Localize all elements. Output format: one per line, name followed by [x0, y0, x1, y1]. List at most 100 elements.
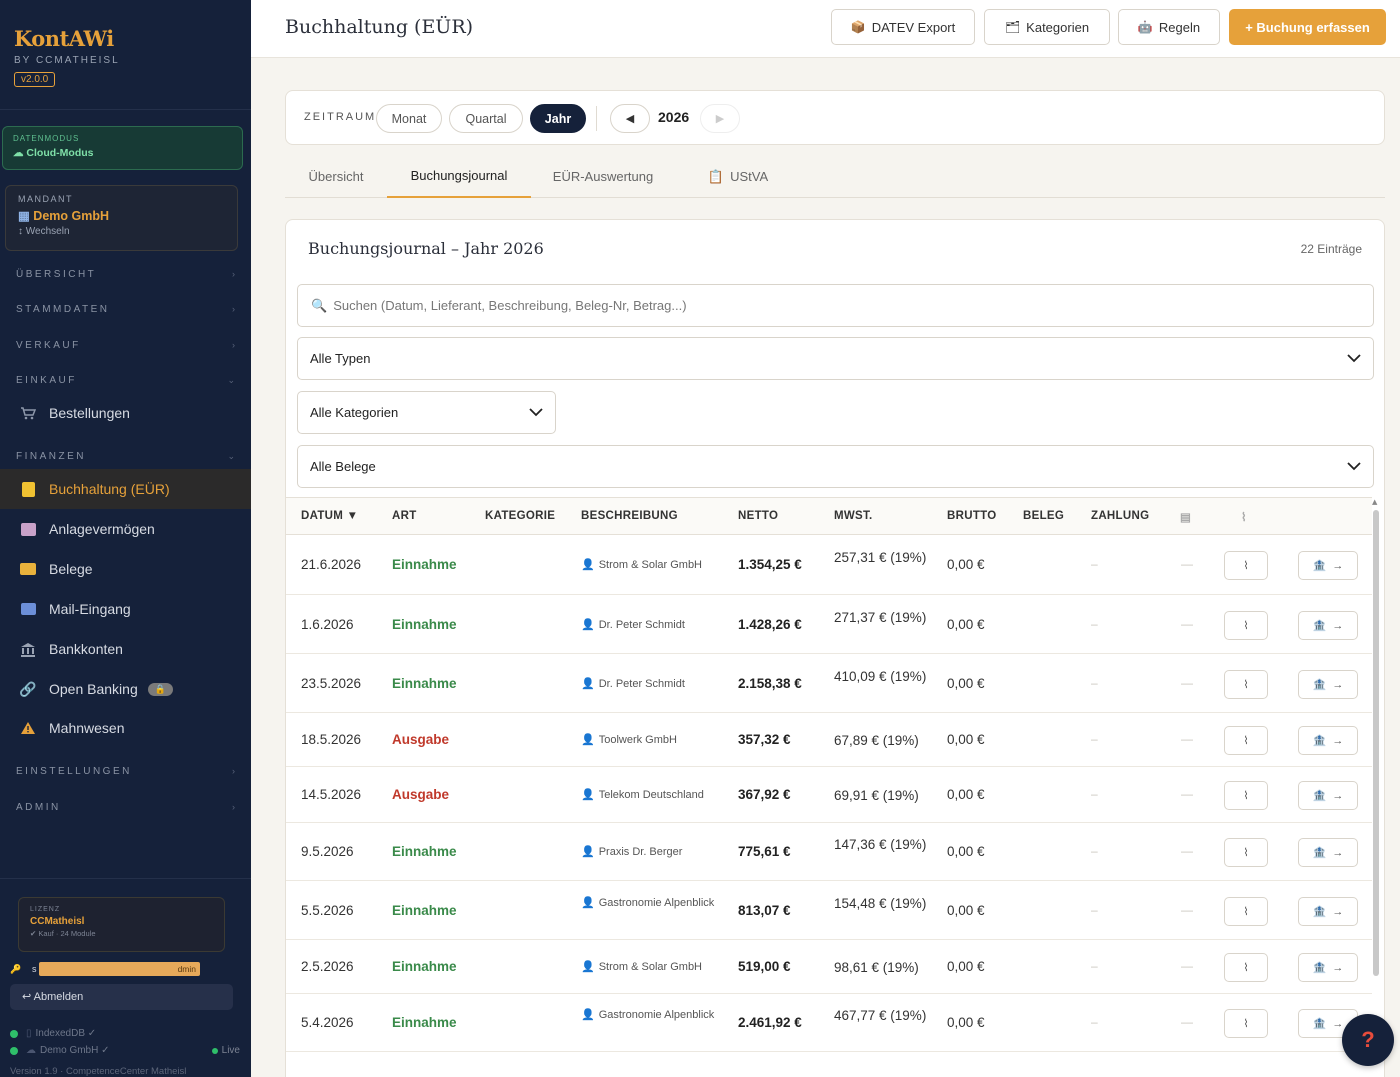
scroll-thumb[interactable]: [1373, 510, 1379, 976]
sidebar-item-openbanking[interactable]: 🔗 Open Banking 🔒: [0, 669, 251, 709]
help-button[interactable]: ?: [1342, 1014, 1394, 1066]
col-mwst[interactable]: MWST.: [834, 510, 873, 522]
sidebar-item-belege[interactable]: Belege: [0, 549, 251, 589]
tab-eur-auswertung[interactable]: EÜR-Auswertung: [531, 155, 675, 198]
nav-section-verkauf[interactable]: VERKAUF ›: [16, 340, 235, 351]
sidebar-item-anlagevermoegen[interactable]: Anlagevermögen: [0, 509, 251, 549]
book-to-bank-button[interactable]: 🏦 →: [1298, 781, 1358, 810]
book-to-bank-button[interactable]: 🏦 →: [1298, 670, 1358, 699]
attach-button[interactable]: ⌇: [1224, 670, 1268, 699]
attach-button[interactable]: ⌇: [1224, 611, 1268, 640]
table-row[interactable]: 23.5.2026 Einnahme 👤 Dr. Peter Schmidt 2.158…: [286, 654, 1372, 713]
attach-button[interactable]: ⌇: [1224, 838, 1268, 867]
table-row[interactable]: 18.5.2026 Ausgabe 👤 Toolwerk GmbH 357,32 € 67…: [286, 713, 1372, 767]
cell-datum: 21.6.2026: [301, 557, 362, 572]
category-filter-select[interactable]: Alle Kategorien: [297, 391, 556, 434]
arrow-right-icon: →: [1332, 789, 1344, 802]
license-box[interactable]: LIZENZ CCMatheisl ✔ Kauf · 24 Module: [18, 897, 225, 952]
regeln-button[interactable]: 🤖 Regeln: [1118, 9, 1220, 45]
cell-brutto: 0,00 €: [947, 959, 985, 974]
nav-section-uebersicht[interactable]: ÜBERSICHT ›: [16, 269, 235, 280]
col-datum[interactable]: DATUM ▼: [301, 510, 358, 522]
mandant-box[interactable]: MANDANT ▦ Demo GmbH ↕ Wechseln: [5, 185, 238, 251]
prev-year-button[interactable]: ◀: [610, 104, 650, 133]
table-row[interactable]: 5.4.2026 Einnahme 👤 Gastronomie Alpenblick 2…: [286, 994, 1372, 1052]
lock-icon: 🔒: [147, 682, 173, 696]
cell-beleg: –: [1091, 787, 1098, 801]
col-beschreibung[interactable]: BESCHREIBUNG: [581, 510, 678, 522]
cell-zahlung: —: [1181, 676, 1193, 690]
sidebar-item-mail[interactable]: Mail-Eingang: [0, 589, 251, 629]
cell-datum: 14.5.2026: [301, 787, 362, 802]
table-row[interactable]: 14.5.2026 Ausgabe 👤 Telekom Deutschland 367,…: [286, 767, 1372, 823]
period-quartal-button[interactable]: Quartal: [449, 104, 523, 133]
scrollbar[interactable]: ▲: [1371, 498, 1381, 1077]
cell-beleg: –: [1091, 617, 1098, 631]
folder-icon: 🗂: [1004, 20, 1021, 34]
table-row[interactable]: 1.6.2026 Einnahme 👤 Dr. Peter Schmidt 1.428,…: [286, 595, 1372, 654]
bank-icon: 🏦: [1312, 620, 1327, 632]
attach-button[interactable]: ⌇: [1224, 781, 1268, 810]
nav-section-einstellungen[interactable]: EINSTELLUNGEN ›: [16, 766, 235, 777]
book-to-bank-button[interactable]: 🏦 →: [1298, 897, 1358, 926]
sidebar-item-bankkonten[interactable]: Bankkonten: [0, 629, 251, 669]
period-jahr-button[interactable]: Jahr: [530, 104, 586, 133]
tab-uebersicht[interactable]: Übersicht: [285, 155, 387, 198]
sidebar-item-mahnwesen[interactable]: Mahnwesen: [0, 708, 251, 748]
col-beleg[interactable]: BELEG: [1023, 510, 1064, 522]
add-booking-button[interactable]: + Buchung erfassen: [1229, 9, 1386, 45]
book-to-bank-button[interactable]: 🏦 →: [1298, 551, 1358, 580]
datamode-box[interactable]: DATENMODUS ☁ Cloud-Modus: [2, 126, 243, 170]
search-input[interactable]: 🔍 Suchen (Datum, Lieferant, Beschreibung…: [297, 284, 1374, 327]
table-row[interactable]: 5.5.2026 Einnahme 👤 Gastronomie Alpenblick 8…: [286, 881, 1372, 940]
nav-section-admin[interactable]: ADMIN ›: [16, 802, 235, 813]
book-to-bank-button[interactable]: 🏦 →: [1298, 953, 1358, 982]
cell-netto: 775,61 €: [738, 844, 791, 859]
col-netto[interactable]: NETTO: [738, 510, 778, 522]
cell-brutto: 0,00 €: [947, 732, 985, 747]
tab-buchungsjournal[interactable]: Buchungsjournal: [387, 155, 531, 198]
receipt-filter-select[interactable]: Alle Belege: [297, 445, 1374, 488]
next-year-button[interactable]: ▶: [700, 104, 740, 133]
book-to-bank-button[interactable]: 🏦 →: [1298, 726, 1358, 755]
col-zahlung[interactable]: ZAHLUNG: [1091, 510, 1149, 522]
attach-button[interactable]: ⌇: [1224, 897, 1268, 926]
period-monat-button[interactable]: Monat: [376, 104, 442, 133]
col-art[interactable]: ART: [392, 510, 417, 522]
table-row[interactable]: 9.5.2026 Einnahme 👤 Praxis Dr. Berger 775,61…: [286, 823, 1372, 881]
brand-logo[interactable]: KontAWi: [14, 26, 237, 51]
cart-icon: [18, 405, 38, 421]
sidebar-footer: LIZENZ CCMatheisl ✔ Kauf · 24 Module 🔑 s…: [0, 878, 251, 1077]
nav-section-stammdaten[interactable]: STAMMDATEN ›: [16, 304, 235, 315]
sidebar-item-buchhaltung[interactable]: Buchhaltung (EÜR): [0, 469, 251, 509]
mandant-label: MANDANT: [18, 194, 73, 204]
book-to-bank-button[interactable]: 🏦 →: [1298, 838, 1358, 867]
bank-icon: 🏦: [1312, 906, 1327, 918]
attach-button[interactable]: ⌇: [1224, 726, 1268, 755]
attach-button[interactable]: ⌇: [1224, 953, 1268, 982]
datev-export-button[interactable]: 📦 DATEV Export: [831, 9, 975, 45]
cell-mwst: 410,09 € (19%): [834, 669, 927, 684]
attach-button[interactable]: ⌇: [1224, 1009, 1268, 1038]
license-label: LIZENZ: [30, 906, 61, 913]
table-row[interactable]: 2.5.2026 Einnahme 👤 Strom & Solar GmbH 519,0…: [286, 940, 1372, 994]
table-row[interactable]: 68,75 €: [286, 1052, 1372, 1077]
type-filter-select[interactable]: Alle Typen: [297, 337, 1374, 380]
mandant-switch-link[interactable]: ↕ Wechseln: [18, 226, 225, 237]
book-to-bank-button[interactable]: 🏦 →: [1298, 611, 1358, 640]
bank-icon: 🏦: [1312, 679, 1327, 691]
kategorien-button[interactable]: 🗂 Kategorien: [984, 9, 1110, 45]
cell-art: Einnahme: [392, 676, 457, 691]
col-kategorie[interactable]: KATEGORIE: [485, 510, 555, 522]
tab-ustva[interactable]: 📋 UStVA: [683, 155, 793, 198]
attach-button[interactable]: ⌇: [1224, 551, 1268, 580]
col-brutto[interactable]: BRUTTO: [947, 510, 997, 522]
cell-beleg: –: [1091, 903, 1098, 917]
logout-button[interactable]: ↩ Abmelden: [10, 984, 233, 1010]
sidebar-item-bestellungen[interactable]: Bestellungen: [0, 393, 251, 433]
nav-section-finanzen[interactable]: FINANZEN ⌄: [16, 451, 235, 462]
warning-icon: [18, 720, 38, 736]
link-icon: 🔗: [19, 680, 37, 697]
nav-section-einkauf[interactable]: EINKAUF ⌄: [16, 375, 235, 386]
table-row[interactable]: 21.6.2026 Einnahme 👤 Strom & Solar GmbH 1.35…: [286, 535, 1372, 595]
